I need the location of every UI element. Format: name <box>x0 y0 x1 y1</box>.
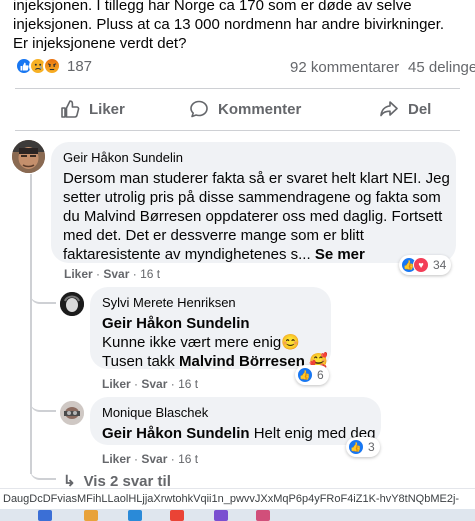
comment-text-line: setter utrolig pris på disse sammendrage… <box>63 189 441 206</box>
shares-count-link[interactable]: 45 delinge <box>408 59 475 76</box>
taskbar-app-icon[interactable] <box>214 510 228 521</box>
comment-button-label: Kommenter <box>218 100 302 118</box>
post-text-line: injeksjonen. Pluss at ca 13 000 nordmenn… <box>13 16 445 33</box>
share-button[interactable]: Del <box>379 92 431 126</box>
reaction-count: 187 <box>67 57 93 75</box>
mention-link[interactable]: Malvind Börresen <box>179 353 305 370</box>
reply-text-line: Tusen takk Malvind Börresen 🥰 <box>102 352 328 371</box>
thread-branch <box>30 468 56 480</box>
thread-branch <box>30 292 56 304</box>
reply-like-link[interactable]: Liker <box>102 377 131 391</box>
taskbar-app-icon[interactable] <box>38 510 52 521</box>
comment-text-line: Dersom man studerer fakta så er svaret h… <box>63 170 450 187</box>
comment-text-line: med det. Det er dessverre mange som er b… <box>63 227 364 244</box>
post-text-line: Er injeksjonene verdt det? <box>13 35 187 52</box>
comment-text-line: faktaresistente av myndighetenes s... Se… <box>63 245 444 264</box>
angry-reaction-icon <box>43 57 61 75</box>
mention-link[interactable]: Geir Håkon Sundelin <box>102 425 250 442</box>
reply-reply-link[interactable]: Svar <box>141 377 167 391</box>
reply-time[interactable]: 16 t <box>178 377 198 391</box>
reply-reaction-count: 6 <box>317 368 324 382</box>
taskbar-app-icon[interactable] <box>84 510 98 521</box>
reply-meta: Liker · Svar · 16 t <box>102 452 199 466</box>
reply-author[interactable]: Monique Blaschek <box>102 405 369 420</box>
comment-reactions-badge[interactable]: 👍 ♥ 34 <box>399 255 452 275</box>
view-more-replies-label: Vis 2 svar til <box>83 472 171 490</box>
speech-bubble-icon <box>190 100 208 118</box>
thread-connector <box>30 174 32 474</box>
avatar[interactable] <box>12 140 45 173</box>
comment-text: Dersom man studerer fakta så er svaret h… <box>63 169 450 264</box>
taskbar-app-icon[interactable] <box>256 510 270 521</box>
like-button-label: Liker <box>89 100 125 118</box>
avatar[interactable] <box>60 292 84 316</box>
love-reaction-icon: ♥ <box>413 257 429 273</box>
comment-reaction-count: 34 <box>433 258 447 272</box>
comment-text-last: faktaresistente av myndighetenes s... <box>63 246 311 263</box>
like-reaction-icon: 👍 <box>297 367 313 383</box>
post-text: injeksjonen. I tillegg har Norge ca 170 … <box>13 0 473 53</box>
comment-text-line: du Malvind Børresen oppdaterer oss med d… <box>63 208 443 225</box>
comments-count-link[interactable]: 92 kommentarer <box>290 59 399 76</box>
like-button[interactable]: Liker <box>60 92 125 126</box>
see-more-link[interactable]: Se mer <box>315 246 365 263</box>
thumbs-up-icon <box>61 100 80 118</box>
mention-link[interactable]: Geir Håkon Sundelin <box>102 314 319 333</box>
share-button-label: Del <box>408 100 432 118</box>
reply-reactions-badge[interactable]: 👍 3 <box>346 437 380 457</box>
reply-text-fragment: Tusen takk <box>102 353 179 370</box>
comment-button[interactable]: Kommenter <box>189 92 301 126</box>
reply-author[interactable]: Sylvi Merete Henriksen <box>102 295 319 310</box>
comment-bubble: Geir Håkon Sundelin Dersom man studerer … <box>51 142 456 263</box>
post-stats: 187 92 kommentarer 45 delinge <box>15 57 475 79</box>
reply-text-line: Geir Håkon Sundelin Helt enig med deg <box>102 424 375 443</box>
reply-reaction-count: 3 <box>368 440 375 454</box>
like-reaction-icon: 👍 <box>348 439 364 455</box>
thread-branch <box>30 400 56 412</box>
divider <box>15 88 460 89</box>
reply-reactions-badge[interactable]: 👍 6 <box>295 365 329 385</box>
reply-bubble: Monique Blaschek Geir Håkon Sundelin Hel… <box>90 397 381 445</box>
status-bar-url: DaugDcDFviasMFihLLaolHLjjaXrwtohkVqii1n_… <box>0 488 475 508</box>
taskbar-app-icon[interactable] <box>128 510 142 521</box>
taskbar-app-icon[interactable] <box>170 510 184 521</box>
comment-reply-link[interactable]: Svar <box>103 267 129 281</box>
post-actions: Liker Kommenter Del <box>0 92 475 126</box>
reply-text: Geir Håkon Sundelin Helt enig med deg <box>102 424 375 443</box>
reply-meta: Liker · Svar · 16 t <box>102 377 199 391</box>
divider <box>15 130 460 131</box>
taskbar <box>0 509 475 521</box>
comment-author[interactable]: Geir Håkon Sundelin <box>63 150 444 165</box>
post-text-line: injeksjonen. I tillegg har Norge ca 170 … <box>13 0 412 14</box>
reply-reply-link[interactable]: Svar <box>141 452 167 466</box>
reply-text: Geir Håkon Sundelin Kunne ikke vært mere… <box>102 314 328 371</box>
share-arrow-icon <box>380 101 398 117</box>
reply-text-line: Kunne ikke vært mere enig😊 <box>102 334 300 351</box>
avatar[interactable] <box>60 401 84 425</box>
comment-like-link[interactable]: Liker <box>64 267 93 281</box>
reply-like-link[interactable]: Liker <box>102 452 131 466</box>
reply-time[interactable]: 16 t <box>178 452 198 466</box>
reaction-summary[interactable]: 187 <box>15 57 92 75</box>
comment-meta: Liker · Svar · 16 t <box>64 267 161 281</box>
comment-time[interactable]: 16 t <box>140 267 160 281</box>
reply-bubble: Sylvi Merete Henriksen Geir Håkon Sundel… <box>90 287 331 371</box>
